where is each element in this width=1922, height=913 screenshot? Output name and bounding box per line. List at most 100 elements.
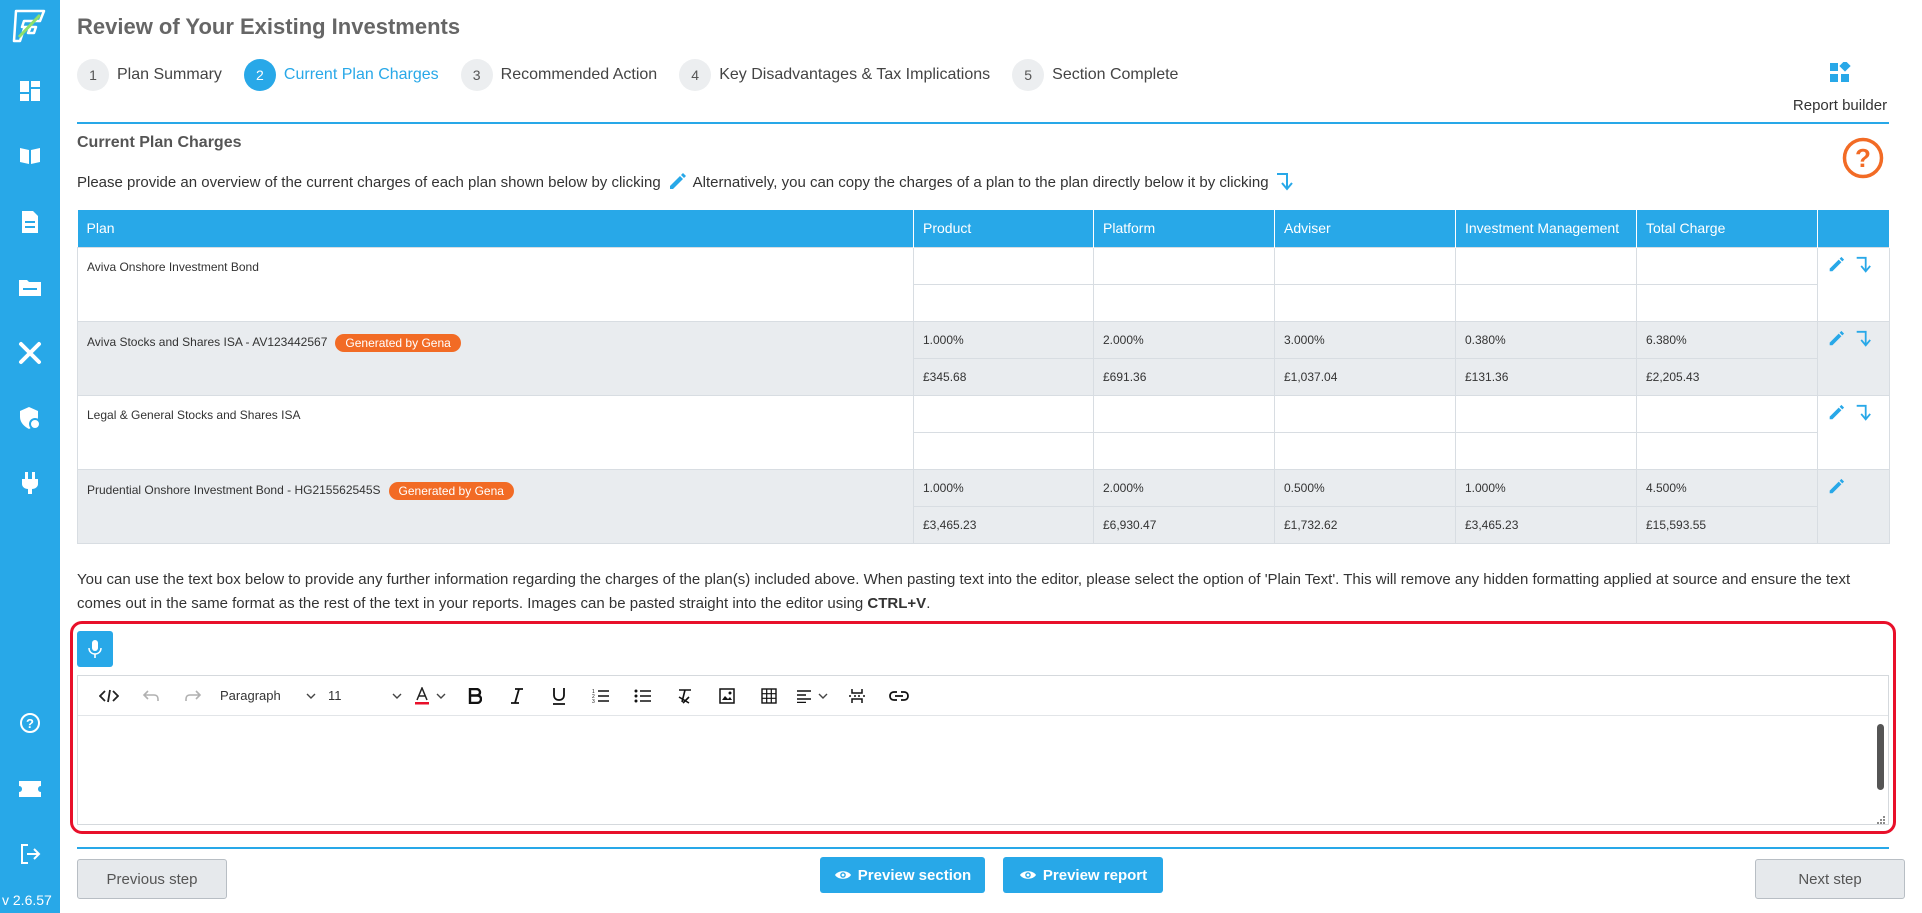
microphone-icon [88,640,102,658]
product-percent: 1.000% [913,468,1094,507]
edit-pencil-icon[interactable] [1827,330,1845,348]
step-current-plan-charges[interactable]: 2 Current Plan Charges [243,59,439,91]
adviser-amount: £1,732.62 [1274,505,1456,544]
investment-management-percent: 0.380% [1455,320,1637,359]
step-label: Section Complete [1052,66,1179,83]
editor-instructions: You can use the text box below to provid… [77,568,1889,616]
paste-shortcut: CTRL+V [867,595,927,612]
logout-icon[interactable] [17,841,43,867]
align-left-icon [797,689,811,703]
redo-button[interactable] [172,680,214,712]
widgets-icon [1830,60,1851,82]
link-icon [889,690,909,701]
text-align-select[interactable] [790,680,836,712]
font-size-value: 11 [328,688,342,703]
plan-name: Aviva Onshore Investment Bond [87,259,259,274]
clear-formatting-button[interactable] [664,680,706,712]
table-row: Aviva Stocks and Shares ISA - AV12344256… [77,320,1890,396]
edit-pencil-icon[interactable] [1827,478,1845,496]
column-header: Total Charge [1636,210,1818,247]
editor-scrollbar[interactable] [1877,724,1884,790]
preview-section-label: Preview section [857,866,972,884]
document-icon[interactable] [17,209,43,235]
plan-name-cell: Prudential Onshore Investment Bond - HG2… [77,468,914,544]
table-header-row: Plan Product Platform Adviser Investment… [77,210,1890,247]
step-plan-summary[interactable]: 1 Plan Summary [77,59,222,91]
redo-icon [185,689,202,701]
insert-image-button[interactable] [706,680,748,712]
underline-icon [553,687,565,705]
platform-amount [1093,283,1275,322]
product-percent [913,246,1094,285]
numbered-list-icon: 123 [592,689,609,704]
bullet-list-button[interactable] [622,680,664,712]
shield-settings-icon[interactable] [17,405,43,431]
adviser-percent: 3.000% [1274,320,1456,359]
insert-table-button[interactable] [748,680,790,712]
step-key-disadvantages[interactable]: 4 Key Disadvantages & Tax Implications [679,59,990,91]
preview-report-button[interactable]: Preview report [1003,857,1163,893]
resize-handle-icon[interactable] [1876,812,1886,824]
plan-name-cell: Aviva Stocks and Shares ISA - AV12344256… [77,320,914,396]
footer-divider [77,847,1889,849]
folder-icon[interactable] [17,274,43,300]
help-circle-icon[interactable]: ? [17,710,43,736]
step-recommended-action[interactable]: 3 Recommended Action [460,59,657,91]
dashboard-icon[interactable] [17,78,43,104]
table-row: Prudential Onshore Investment Bond - HG2… [77,468,1890,544]
font-size-select[interactable]: 11 [322,680,408,712]
text-color-button[interactable] [408,680,454,712]
section-instructions: Please provide an overview of the curren… [77,172,1299,192]
investment-management-percent [1455,246,1637,285]
step-section-complete[interactable]: 5 Section Complete [1012,59,1178,91]
platform-percent [1093,246,1275,285]
adviser-amount [1274,431,1456,470]
plug-icon[interactable] [17,470,43,496]
section-title: Current Plan Charges [77,134,242,151]
plan-name: Prudential Onshore Investment Bond - HG2… [87,482,381,497]
plan-name-cell: Legal & General Stocks and Shares ISA [77,394,914,470]
step-label: Key Disadvantages & Tax Implications [719,66,991,83]
underline-button[interactable] [538,680,580,712]
previous-step-button[interactable]: Previous step [77,859,227,899]
block-format-select[interactable]: Paragraph [214,680,322,712]
insert-link-button[interactable] [878,680,920,712]
column-header: Platform [1093,210,1275,247]
product-amount [913,283,1094,322]
copy-down-arrow-icon[interactable] [1854,330,1872,348]
ticket-icon[interactable] [17,776,43,802]
edit-pencil-icon[interactable] [1827,256,1845,274]
copy-down-arrow-icon[interactable] [1854,256,1872,274]
next-step-button[interactable]: Next step [1755,859,1905,899]
book-icon[interactable] [17,142,43,168]
total-charge-amount [1636,431,1818,470]
source-code-button[interactable] [88,680,130,712]
page-break-button[interactable] [836,680,878,712]
platform-percent: 2.000% [1093,320,1275,359]
step-navigation: 1 Plan Summary 2 Current Plan Charges 3 … [77,59,1200,91]
pencil-icon [667,172,687,192]
preview-section-button[interactable]: Preview section [820,857,985,893]
total-charge-percent: 4.500% [1636,468,1818,507]
numbered-list-button[interactable]: 123 [580,680,622,712]
preview-report-label: Preview report [1042,866,1148,884]
copy-down-arrow-icon[interactable] [1854,404,1872,422]
tools-icon[interactable] [17,340,43,366]
undo-button[interactable] [130,680,172,712]
investment-management-amount [1455,431,1637,470]
adviser-amount [1274,283,1456,322]
editor-content-area[interactable] [78,716,1888,824]
dictation-button[interactable] [77,631,113,667]
adviser-percent: 0.500% [1274,468,1456,507]
investment-management-percent: 1.000% [1455,468,1637,507]
edit-pencil-icon[interactable] [1827,404,1845,422]
plan-name: Legal & General Stocks and Shares ISA [87,407,301,422]
app-logo[interactable] [10,7,48,45]
bold-button[interactable] [454,680,496,712]
column-header-actions [1817,210,1890,247]
investment-management-amount [1455,283,1637,322]
report-builder-button[interactable]: Report builder [1790,60,1890,114]
help-question-icon[interactable]: ? [1842,137,1884,179]
page-break-icon [849,688,865,703]
italic-button[interactable] [496,680,538,712]
